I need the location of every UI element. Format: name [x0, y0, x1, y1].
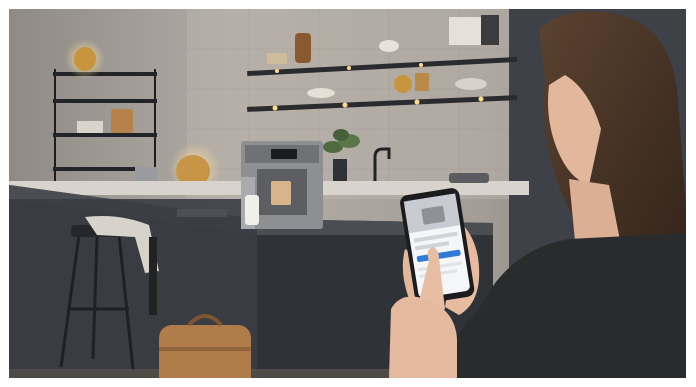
small-jars — [267, 53, 287, 64]
kitchen-scene — [9, 9, 686, 378]
brass-vase — [74, 47, 96, 71]
boxed-items — [449, 17, 481, 45]
photo-frame — [9, 9, 686, 378]
app-machine-thumbnail — [421, 205, 446, 225]
milk-container — [245, 195, 259, 225]
dark-bowl — [449, 173, 489, 183]
leather-bag — [159, 314, 251, 378]
brown-vase — [295, 33, 311, 63]
white-bowl — [379, 40, 399, 52]
serving-dish — [455, 78, 487, 90]
plate-stack — [307, 88, 335, 98]
copper-jar — [111, 109, 133, 133]
stacked-books — [77, 121, 103, 133]
second-stool-leg — [149, 237, 157, 315]
coffee-glass — [271, 181, 291, 205]
brass-cup — [415, 73, 429, 91]
machine-display — [271, 149, 297, 159]
dark-canister — [481, 15, 499, 45]
coffee-machine — [241, 141, 323, 229]
books-on-island — [177, 209, 227, 217]
brass-sphere — [394, 75, 412, 93]
